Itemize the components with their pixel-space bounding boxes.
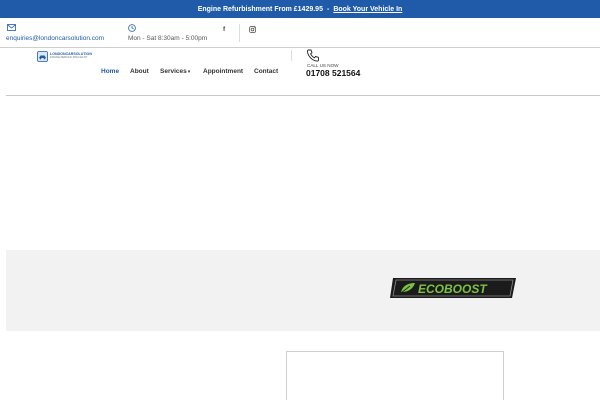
nav-contact[interactable]: Contact <box>254 68 278 75</box>
nav-appointment[interactable]: Appointment <box>203 68 243 75</box>
nav-services-label: Services <box>160 68 187 75</box>
chevron-down-icon: ▾ <box>187 69 191 75</box>
email-link[interactable]: enquiries@londoncarsolution.com <box>6 35 104 42</box>
envelope-icon <box>7 24 16 31</box>
facebook-icon[interactable]: f <box>223 26 225 33</box>
nav-about[interactable]: About <box>130 68 149 75</box>
site-logo[interactable]: LONDONCARSOLUTION ENGINE REBUILD SPECIAL… <box>37 50 93 62</box>
opening-hours: Mon - Sat 8:30am - 5:00pm <box>128 35 208 42</box>
logo-tagline: ENGINE REBUILD SPECIALIST <box>50 55 88 59</box>
section-divider <box>6 95 600 96</box>
divider <box>291 50 292 61</box>
content-card <box>286 351 504 400</box>
header-divider <box>0 47 600 48</box>
phone-number[interactable]: 01708 521564 <box>306 68 360 78</box>
clock-icon <box>128 24 136 32</box>
ecoboost-text: ECOBOOST <box>418 282 488 296</box>
promo-bar: Engine Refurbishment From £1429.95 - Boo… <box>0 0 600 18</box>
ecoboost-logo: ECOBOOST <box>390 278 516 298</box>
promo-text: Engine Refurbishment From £1429.95 <box>197 5 323 13</box>
promo-separator: - <box>326 5 330 13</box>
instagram-icon[interactable] <box>249 26 256 33</box>
book-vehicle-link[interactable]: Book Your Vehicle In <box>333 6 402 13</box>
nav-home[interactable]: Home <box>101 68 119 75</box>
phone-icon <box>306 49 319 62</box>
divider <box>239 24 240 42</box>
nav-services[interactable]: Services▾ <box>160 68 190 75</box>
logo-badge-icon <box>37 50 48 62</box>
